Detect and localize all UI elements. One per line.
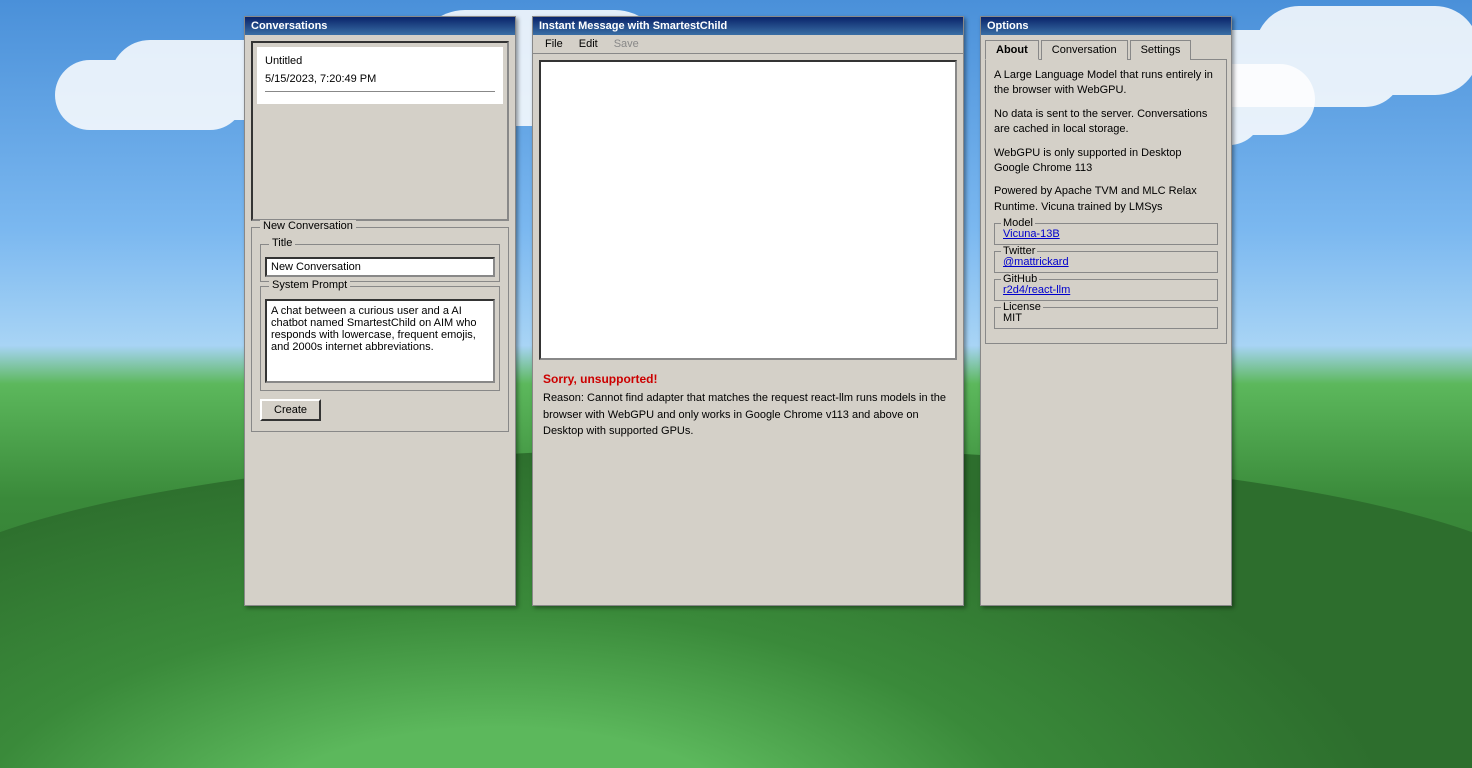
model-label: Model (1001, 217, 1035, 229)
options-titlebar: Options (981, 17, 1231, 35)
twitter-groupbox: Twitter @mattrickard (994, 251, 1218, 273)
twitter-link[interactable]: @mattrickard (1003, 256, 1069, 268)
license-label: License (1001, 301, 1043, 313)
menu-file[interactable]: File (537, 36, 571, 52)
system-prompt-label: System Prompt (269, 279, 350, 291)
error-body: Reason: Cannot find adapter that matches… (543, 390, 953, 440)
conversation-list: Untitled 5/15/2023, 7:20:49 PM (251, 41, 509, 221)
chat-titlebar: Instant Message with SmartestChild (533, 17, 963, 35)
conversation-item-divider (265, 91, 495, 92)
twitter-label: Twitter (1001, 245, 1037, 257)
model-link[interactable]: Vicuna-13B (1003, 228, 1060, 240)
about-desc3: WebGPU is only supported in Desktop Goog… (994, 146, 1218, 177)
model-groupbox: Model Vicuna-13B (994, 223, 1218, 245)
conversation-item-title: Untitled (265, 55, 495, 67)
github-groupbox: GitHub r2d4/react-llm (994, 279, 1218, 301)
error-title: Sorry, unsupported! (543, 372, 953, 386)
license-groupbox: License MIT (994, 307, 1218, 329)
chat-message-area (539, 60, 957, 360)
create-button[interactable]: Create (260, 399, 321, 421)
create-button-container: Create (258, 395, 502, 425)
chat-title: Instant Message with SmartestChild (539, 20, 727, 32)
tab-about[interactable]: About (985, 40, 1039, 60)
about-desc4: Powered by Apache TVM and MLC Relax Runt… (994, 184, 1218, 215)
about-desc2: No data is sent to the server. Conversat… (994, 107, 1218, 138)
cloud-4 (1222, 30, 1422, 95)
title-groupbox: Title (260, 244, 500, 282)
menu-edit[interactable]: Edit (571, 36, 606, 52)
options-title: Options (987, 20, 1029, 32)
tab-settings[interactable]: Settings (1130, 40, 1192, 60)
system-prompt-groupbox: System Prompt A chat between a curious u… (260, 286, 500, 391)
title-label: Title (269, 237, 295, 249)
conversations-titlebar: Conversations (245, 17, 515, 35)
options-tab-bar: About Conversation Settings (981, 35, 1231, 59)
new-conversation-label: New Conversation (260, 220, 356, 232)
chat-menubar: File Edit Save (533, 35, 963, 54)
new-conversation-groupbox: New Conversation Title System Prompt A c… (251, 227, 509, 432)
github-link[interactable]: r2d4/react-llm (1003, 284, 1070, 296)
github-label: GitHub (1001, 273, 1039, 285)
options-panel: Options About Conversation Settings A La… (980, 16, 1232, 606)
title-input[interactable] (265, 257, 495, 277)
conversations-panel: Conversations Untitled 5/15/2023, 7:20:4… (244, 16, 516, 606)
about-desc1: A Large Language Model that runs entirel… (994, 68, 1218, 99)
menu-save: Save (606, 36, 647, 52)
conversation-item[interactable]: Untitled 5/15/2023, 7:20:49 PM (257, 47, 503, 104)
cloud-1 (80, 60, 260, 120)
chat-panel: Instant Message with SmartestChild File … (532, 16, 964, 606)
about-tab-content: A Large Language Model that runs entirel… (985, 59, 1227, 344)
conversation-item-date: 5/15/2023, 7:20:49 PM (265, 73, 495, 85)
tab-conversation[interactable]: Conversation (1041, 40, 1128, 60)
system-prompt-textarea[interactable]: A chat between a curious user and a AI c… (265, 299, 495, 383)
license-value: MIT (1003, 312, 1022, 324)
error-container: Sorry, unsupported! Reason: Cannot find … (533, 366, 963, 446)
conversations-title: Conversations (251, 20, 327, 32)
